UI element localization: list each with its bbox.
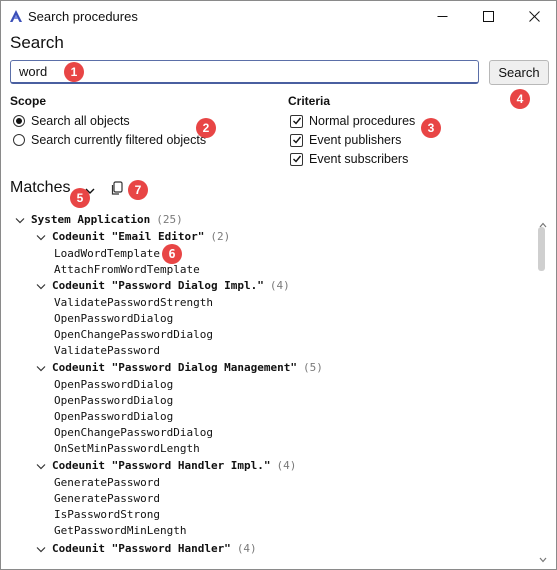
criteria-normal-procedures[interactable]: Normal procedures [290,112,415,130]
tree-node-count: (5) [303,361,323,374]
tree-node-count: (25) [156,213,183,226]
scope-option-label: Search currently filtered objects [31,133,207,147]
tree-leaf-item[interactable]: GeneratePassword [54,491,160,507]
tree-group-node[interactable]: Codeunit "Password Handler" (4) [35,541,257,557]
criteria-option-label: Event subscribers [309,152,409,166]
tree-group-node[interactable]: Codeunit "Password Dialog Impl." (4) [35,278,290,294]
tree-leaf-item[interactable]: AttachFromWordTemplate [54,262,200,278]
maximize-button[interactable] [465,1,511,32]
tree-leaf-item[interactable]: OpenPasswordDialog [54,377,173,393]
tree-leaf-item[interactable]: OpenChangePasswordDialog [54,425,213,441]
matches-label: Matches [10,179,71,196]
scope-option-label: Search all objects [31,114,130,128]
scope-option-all[interactable]: Search all objects [13,112,130,130]
tree-leaf-item[interactable]: OpenPasswordDialog [54,311,173,327]
window-title: Search procedures [28,9,138,24]
minimize-icon [437,16,447,17]
tree-group-node[interactable]: Codeunit "Password Handler Impl." (4) [35,458,296,474]
tree-node-label: System Application [31,213,151,226]
close-icon [528,11,540,22]
annotation-badge-2: 2 [196,118,216,138]
tree-node-label: Codeunit "Password Dialog Impl." [52,279,264,292]
app-logo-icon [9,9,23,23]
tree-scrollbar[interactable] [536,211,550,563]
tree-node-label: Codeunit "Password Handler" [52,542,231,555]
checkbox-checked-icon[interactable] [290,133,303,147]
radio-unselected-icon[interactable] [13,134,25,146]
maximize-icon [482,11,494,22]
close-button[interactable] [511,1,556,32]
chevron-expanded-icon[interactable] [35,229,47,245]
annotation-badge-4: 4 [510,89,530,109]
tree-node-count: (4) [276,459,297,472]
scroll-thumb[interactable] [538,227,545,271]
tree-node-count: (4) [236,542,257,555]
tree-leaf-item[interactable]: GeneratePassword [54,475,160,491]
annotation-badge-5: 5 [70,188,90,208]
tree-group-node[interactable]: Codeunit "Password Dialog Management" (5… [35,360,323,376]
checkbox-checked-icon[interactable] [290,114,303,128]
tree-leaf-item[interactable]: IsPasswordStrong [54,507,160,523]
tree-node-label: Codeunit "Password Dialog Management" [52,361,298,374]
chevron-expanded-icon[interactable] [35,278,47,294]
checkbox-checked-icon[interactable] [290,152,303,166]
tree-leaf-item[interactable]: OpenPasswordDialog [54,409,173,425]
page-title: Search [10,33,64,52]
tree-node-count: (4) [269,279,290,292]
chevron-expanded-icon[interactable] [14,212,26,228]
chevron-expanded-icon[interactable] [35,458,47,474]
scope-label: Scope [10,94,47,108]
tree-node-count: (2) [210,230,231,243]
annotation-badge-6: 6 [162,244,182,264]
criteria-option-label: Normal procedures [309,114,416,128]
criteria-label: Criteria [288,94,331,108]
scope-option-filtered[interactable]: Search currently filtered objects [13,131,206,149]
search-button[interactable]: Search [489,60,549,85]
matches-tree: System Application (25) Codeunit "Email … [1,211,536,563]
tree-root-node[interactable]: System Application (25) [14,212,183,228]
annotation-badge-1: 1 [64,62,84,82]
scroll-down-arrow-icon[interactable] [539,550,547,568]
search-procedures-window: Search procedures Search 1 Search 4 Scop… [0,0,557,570]
copy-icon[interactable] [110,181,124,201]
title-bar: Search procedures [1,1,556,32]
annotation-badge-7: 7 [128,180,148,200]
tree-leaf-item[interactable]: OpenPasswordDialog [54,393,173,409]
radio-selected-icon[interactable] [13,115,25,127]
tree-leaf-item[interactable]: GetPasswordMinLength [54,523,186,539]
chevron-expanded-icon[interactable] [35,541,47,557]
minimize-button[interactable] [419,1,465,32]
criteria-event-publishers[interactable]: Event publishers [290,131,401,149]
criteria-event-subscribers[interactable]: Event subscribers [290,150,408,168]
tree-leaf-item[interactable]: ValidatePassword [54,343,160,359]
tree-leaf-item[interactable]: ValidatePasswordStrength [54,295,213,311]
tree-node-label: Codeunit "Email Editor" [52,230,205,243]
tree-leaf-item[interactable]: LoadWordTemplate [54,246,160,262]
chevron-expanded-icon[interactable] [35,360,47,376]
annotation-badge-3: 3 [421,118,441,138]
tree-group-node[interactable]: Codeunit "Email Editor" (2) [35,229,230,245]
tree-leaf-item[interactable]: OnSetMinPasswordLength [54,441,200,457]
tree-leaf-item[interactable]: OpenChangePasswordDialog [54,327,213,343]
criteria-option-label: Event publishers [309,133,402,147]
tree-node-label: Codeunit "Password Handler Impl." [52,459,271,472]
